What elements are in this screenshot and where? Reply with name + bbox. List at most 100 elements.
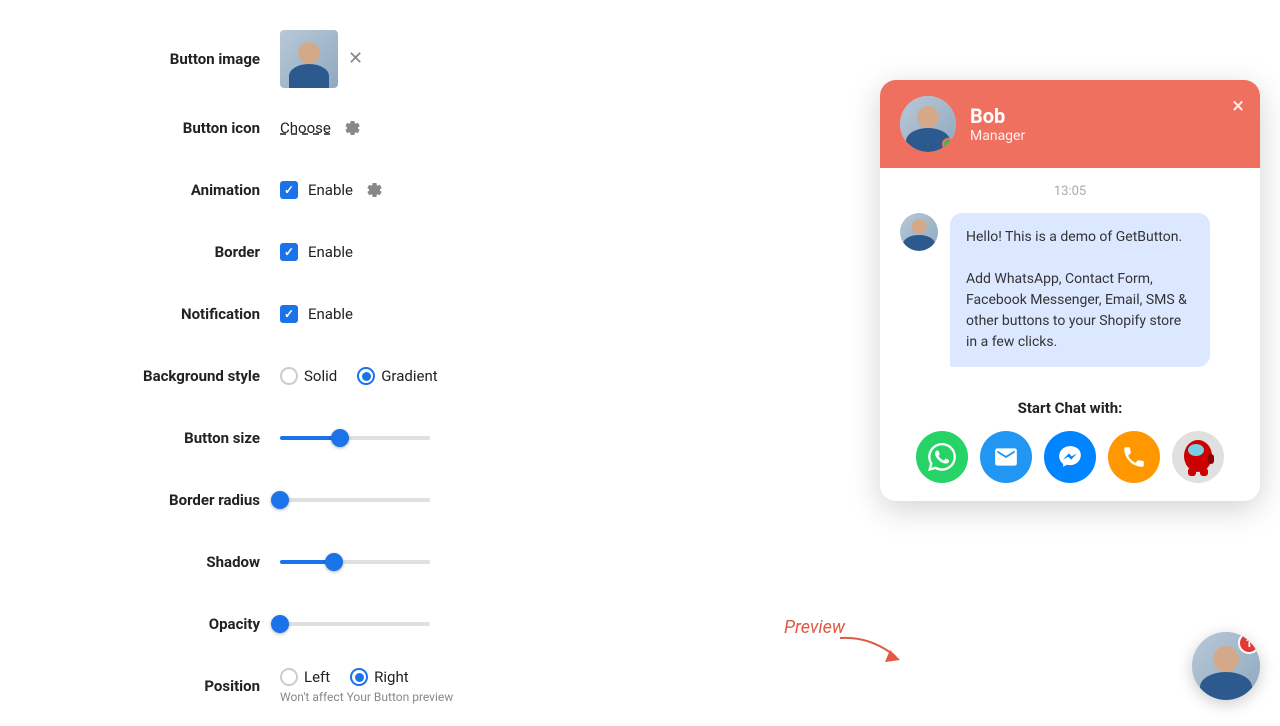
border-radius-slider[interactable] xyxy=(280,490,430,510)
whatsapp-button[interactable] xyxy=(916,431,968,483)
button-size-row: Button size xyxy=(100,416,680,460)
opacity-label: Opacity xyxy=(100,615,280,633)
opacity-control xyxy=(280,614,430,634)
slider-thumb[interactable] xyxy=(325,553,343,571)
position-left-label: Left xyxy=(304,668,330,686)
bg-solid-option[interactable]: Solid xyxy=(280,367,337,385)
animation-checkbox[interactable] xyxy=(280,181,298,199)
button-icon-label: Button icon xyxy=(100,119,280,137)
slider-track xyxy=(280,498,430,502)
position-note: Won't affect Your Button preview xyxy=(280,690,453,704)
chat-agent-name: Bob xyxy=(970,104,1240,128)
border-row: Border Enable xyxy=(100,230,680,274)
chat-message-row: Hello! This is a demo of GetButton. Add … xyxy=(900,213,1240,367)
bg-gradient-option[interactable]: Gradient xyxy=(357,367,437,385)
position-control: Left Right Won't affect Your Button prev… xyxy=(280,668,453,704)
notification-row: Notification Enable xyxy=(100,292,680,336)
position-radio-group: Left Right xyxy=(280,668,453,686)
choose-icon-button[interactable]: Choose xyxy=(280,119,331,137)
border-control: Enable xyxy=(280,243,353,261)
float-button[interactable]: 1 xyxy=(1192,632,1260,700)
bg-gradient-label: Gradient xyxy=(381,367,437,385)
background-style-control: Solid Gradient xyxy=(280,367,438,385)
chat-agent-avatar xyxy=(900,96,956,152)
chat-footer: Start Chat with: xyxy=(880,399,1260,501)
msg-avatar-face xyxy=(900,213,938,251)
shadow-row: Shadow xyxy=(100,540,680,584)
slider-track xyxy=(280,436,430,440)
among-us-svg xyxy=(1180,432,1216,476)
animation-settings-gear[interactable] xyxy=(363,180,383,200)
chat-msg-avatar xyxy=(900,213,938,251)
button-size-slider[interactable] xyxy=(280,428,430,448)
position-right-option[interactable]: Right xyxy=(350,668,408,686)
notification-label: Notification xyxy=(100,305,280,323)
notification-enable-label: Enable xyxy=(308,305,353,323)
slider-track xyxy=(280,622,430,626)
button-image-thumb[interactable] xyxy=(280,30,338,88)
border-label: Border xyxy=(100,243,280,261)
bg-solid-label: Solid xyxy=(304,367,337,385)
button-image-row: Button image ✕ xyxy=(100,30,680,88)
button-icon-row: Button icon Choose xyxy=(100,106,680,150)
online-status-dot xyxy=(942,138,954,150)
shadow-label: Shadow xyxy=(100,553,280,571)
opacity-row: Opacity xyxy=(100,602,680,646)
position-right-radio[interactable] xyxy=(350,668,368,686)
position-right-radio-dot xyxy=(355,673,364,682)
messenger-button[interactable] xyxy=(1044,431,1096,483)
slider-thumb[interactable] xyxy=(271,491,289,509)
animation-label: Animation xyxy=(100,181,280,199)
shadow-control xyxy=(280,552,430,572)
chat-agent-info: Bob Manager xyxy=(970,104,1240,144)
button-size-control xyxy=(280,428,430,448)
notification-control: Enable xyxy=(280,305,353,323)
border-radius-control xyxy=(280,490,430,510)
chat-bubble: Hello! This is a demo of GetButton. Add … xyxy=(950,213,1210,367)
avatar-image xyxy=(280,30,338,88)
chat-header: Bob Manager × xyxy=(880,80,1260,168)
background-style-row: Background style Solid Gradient xyxy=(100,354,680,398)
phone-button[interactable] xyxy=(1108,431,1160,483)
remove-image-button[interactable]: ✕ xyxy=(348,50,363,68)
button-image-control: ✕ xyxy=(280,30,363,88)
position-left-radio[interactable] xyxy=(280,668,298,686)
button-image-label: Button image xyxy=(100,50,280,68)
chat-widget: Bob Manager × 13:05 Hello! This is a dem… xyxy=(880,80,1260,501)
border-checkbox[interactable] xyxy=(280,243,298,261)
slider-thumb[interactable] xyxy=(331,429,349,447)
bg-gradient-radio-dot xyxy=(362,372,371,381)
animation-control: Enable xyxy=(280,180,383,200)
position-right-label: Right xyxy=(374,668,408,686)
notification-checkbox[interactable] xyxy=(280,305,298,323)
float-button-badge: 1 xyxy=(1238,632,1260,654)
button-size-label: Button size xyxy=(100,429,280,447)
shadow-slider[interactable] xyxy=(280,552,430,572)
chat-body: 13:05 Hello! This is a demo of GetButton… xyxy=(880,168,1260,399)
border-enable-label: Enable xyxy=(308,243,353,261)
email-button[interactable] xyxy=(980,431,1032,483)
animation-enable-label: Enable xyxy=(308,181,353,199)
preview-arrow xyxy=(830,628,910,668)
border-radius-row: Border radius xyxy=(100,478,680,522)
icon-settings-gear[interactable] xyxy=(341,118,361,138)
background-style-label: Background style xyxy=(100,367,280,385)
animation-row: Animation Enable xyxy=(100,168,680,212)
chat-close-button[interactable]: × xyxy=(1232,94,1244,119)
start-chat-label: Start Chat with: xyxy=(900,399,1240,417)
game-button[interactable] xyxy=(1172,431,1224,483)
bg-gradient-radio[interactable] xyxy=(357,367,375,385)
position-left-option[interactable]: Left xyxy=(280,668,330,686)
chat-agent-role: Manager xyxy=(970,128,1240,144)
position-row: Position Left Right Won't affect Your Bu… xyxy=(100,664,680,708)
slider-track xyxy=(280,560,430,564)
opacity-slider[interactable] xyxy=(280,614,430,634)
bg-solid-radio[interactable] xyxy=(280,367,298,385)
settings-panel: Button image ✕ Button icon Choose Animat… xyxy=(100,30,680,726)
chat-buttons xyxy=(900,431,1240,483)
border-radius-label: Border radius xyxy=(100,491,280,509)
among-us-icon xyxy=(1172,431,1224,483)
chat-timestamp: 13:05 xyxy=(900,184,1240,199)
position-label: Position xyxy=(100,677,280,695)
slider-thumb[interactable] xyxy=(271,615,289,633)
